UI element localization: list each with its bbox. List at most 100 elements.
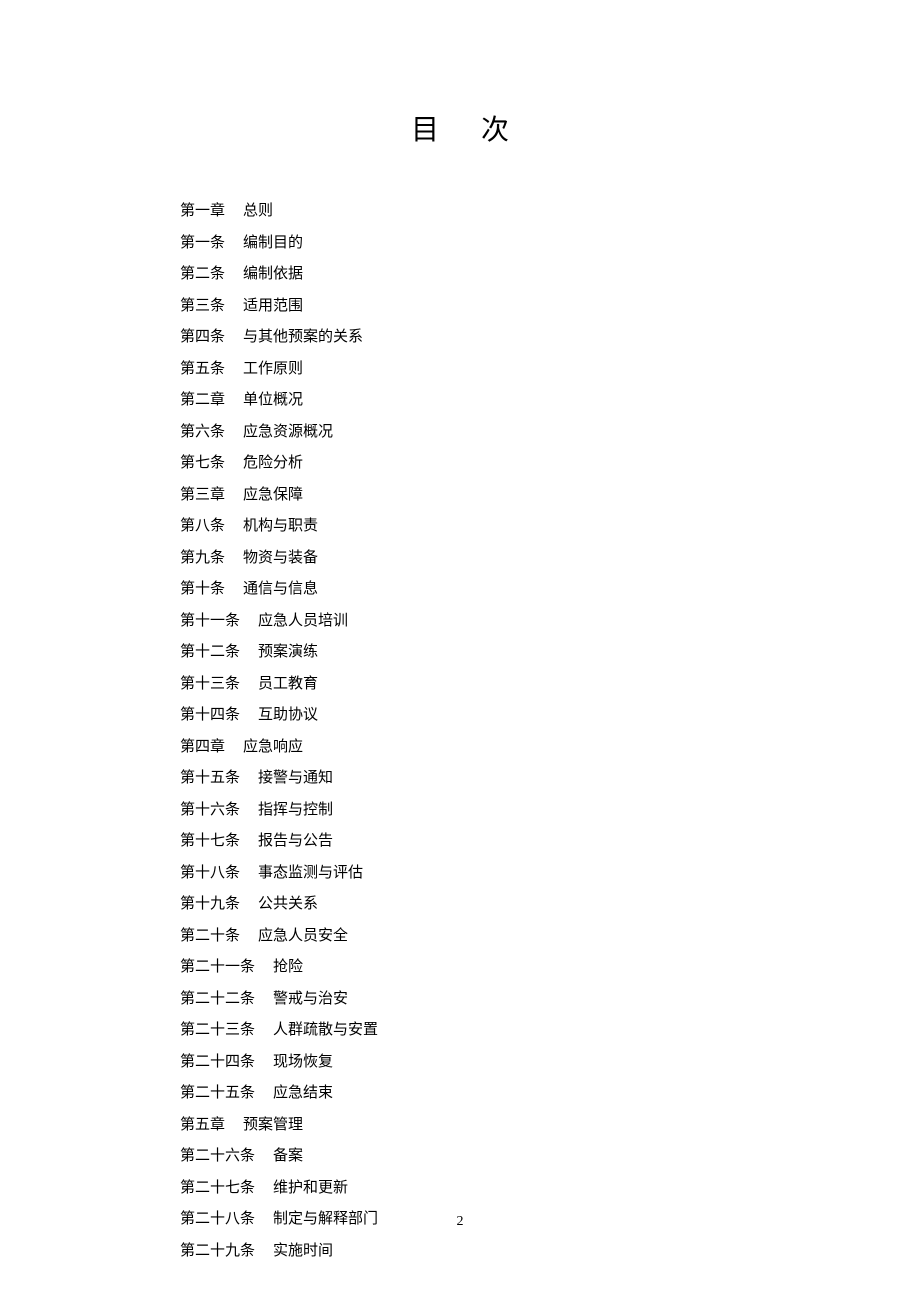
toc-item-text: 机构与职责	[243, 518, 318, 534]
toc-item-label: 第二十五条	[180, 1085, 255, 1101]
toc-item: 第二条 编制依据	[180, 259, 740, 291]
toc-item-text: 员工教育	[258, 676, 318, 692]
toc-item-label: 第二章	[180, 392, 225, 408]
toc-item-text: 人群疏散与安置	[273, 1022, 378, 1038]
toc-item: 第十四条 互助协议	[180, 700, 740, 732]
toc-item-text: 现场恢复	[273, 1054, 333, 1070]
toc-item-label: 第十五条	[180, 770, 240, 786]
toc-item-text: 警戒与治安	[273, 991, 348, 1007]
toc-item-text: 通信与信息	[243, 581, 318, 597]
toc-item-text: 接警与通知	[258, 770, 333, 786]
toc-item-label: 第二十四条	[180, 1054, 255, 1070]
toc-item: 第二十七条 维护和更新	[180, 1173, 740, 1205]
toc-item-label: 第一条	[180, 235, 225, 251]
toc-item-text: 编制依据	[243, 266, 303, 282]
toc-item-text: 适用范围	[243, 298, 303, 314]
toc-item-text: 互助协议	[258, 707, 318, 723]
toc-item-text: 工作原则	[243, 361, 303, 377]
toc-item: 第二十一条抢险	[180, 952, 740, 984]
toc-item-text: 备案	[273, 1148, 303, 1164]
toc-item-label: 第十四条	[180, 707, 240, 723]
toc-item-text: 应急保障	[243, 487, 303, 503]
toc-item: 第五章 预案管理	[180, 1110, 740, 1142]
toc-item-label: 第四章	[180, 739, 225, 755]
toc-item-text: 应急资源概况	[243, 424, 333, 440]
toc-item-label: 第十八条	[180, 865, 240, 881]
toc-item-label: 第二十三条	[180, 1022, 255, 1038]
toc-item: 第三章 应急保障	[180, 480, 740, 512]
toc-item-text: 应急人员培训	[258, 613, 348, 629]
toc-item-label: 第九条	[180, 550, 225, 566]
toc-item-label: 第七条	[180, 455, 225, 471]
toc-item-text: 报告与公告	[258, 833, 333, 849]
toc-item: 第八条 机构与职责	[180, 511, 740, 543]
toc-item-text: 与其他预案的关系	[243, 329, 363, 345]
toc-item: 第三条 适用范围	[180, 291, 740, 323]
toc-item: 第十一条 应急人员培训	[180, 606, 740, 638]
toc-item-text: 指挥与控制	[258, 802, 333, 818]
toc-item-label: 第二十条	[180, 928, 240, 944]
toc-item: 第一章 总则	[180, 196, 740, 228]
toc-item-text: 危险分析	[243, 455, 303, 471]
toc-item-label: 第四条	[180, 329, 225, 345]
toc-item: 第二十三条 人群疏散与安置	[180, 1015, 740, 1047]
toc-item-label: 第二十一条	[180, 959, 255, 975]
toc-item-label: 第八条	[180, 518, 225, 534]
toc-item-label: 第十七条	[180, 833, 240, 849]
toc-item-label: 第十六条	[180, 802, 240, 818]
toc-item-text: 总则	[243, 203, 273, 219]
toc-item: 第十五条 接警与通知	[180, 763, 740, 795]
toc-item: 第九条 物资与装备	[180, 543, 740, 575]
toc-item-label: 第五条	[180, 361, 225, 377]
toc-item: 第一条 编制目的	[180, 228, 740, 260]
toc-item-label: 第二条	[180, 266, 225, 282]
toc-item-text: 预案演练	[258, 644, 318, 660]
toc-item: 第十二条 预案演练	[180, 637, 740, 669]
toc-item-label: 第五章	[180, 1117, 225, 1133]
toc-item: 第二十六条 备案	[180, 1141, 740, 1173]
toc-item: 第十三条员工教育	[180, 669, 740, 701]
toc-item-text: 物资与装备	[243, 550, 318, 566]
toc-item: 第二十四条 现场恢复	[180, 1047, 740, 1079]
toc-item-label: 第一章	[180, 203, 225, 219]
toc-item: 第十八条 事态监测与评估	[180, 858, 740, 890]
toc-item-text: 预案管理	[243, 1117, 303, 1133]
toc-item-text: 公共关系	[258, 896, 318, 912]
toc-title: 目次	[180, 108, 740, 148]
toc-item: 第四条 与其他预案的关系	[180, 322, 740, 354]
toc-item-text: 应急人员安全	[258, 928, 348, 944]
toc-item: 第五条 工作原则	[180, 354, 740, 386]
toc-item-label: 第二十七条	[180, 1180, 255, 1196]
toc-item-label: 第六条	[180, 424, 225, 440]
toc-item-label: 第十一条	[180, 613, 240, 629]
toc-item: 第十七条 报告与公告	[180, 826, 740, 858]
toc-item-label: 第二十六条	[180, 1148, 255, 1164]
toc-item-text: 事态监测与评估	[258, 865, 363, 881]
toc-item-label: 第十九条	[180, 896, 240, 912]
toc-item-text: 维护和更新	[273, 1180, 348, 1196]
toc-item: 第二十九条 实施时间	[180, 1236, 740, 1268]
toc-item: 第十九条 公共关系	[180, 889, 740, 921]
toc-item-label: 第二十九条	[180, 1243, 255, 1259]
toc-item-label: 第三条	[180, 298, 225, 314]
toc-item-text: 应急结束	[273, 1085, 333, 1101]
toc-list: 第一章 总则第一条 编制目的第二条 编制依据第三条 适用范围第四条 与其他预案的关系第五条…	[180, 196, 740, 1267]
toc-item: 第二十五条 应急结束	[180, 1078, 740, 1110]
toc-item-label: 第三章	[180, 487, 225, 503]
document-page: 目次 第一章 总则第一条 编制目的第二条 编制依据第三条 适用范围第四条 与其他预案的关系…	[0, 0, 920, 1267]
toc-item-text: 实施时间	[273, 1243, 333, 1259]
toc-item-text: 应急响应	[243, 739, 303, 755]
toc-item-label: 第十二条	[180, 644, 240, 660]
toc-item: 第十条 通信与信息	[180, 574, 740, 606]
toc-item-text: 单位概况	[243, 392, 303, 408]
toc-item-label: 第十条	[180, 581, 225, 597]
toc-item: 第六条 应急资源概况	[180, 417, 740, 449]
toc-item: 第七条 危险分析	[180, 448, 740, 480]
toc-item: 第二十二条 警戒与治安	[180, 984, 740, 1016]
toc-item: 第二十条 应急人员安全	[180, 921, 740, 953]
toc-item-text: 编制目的	[243, 235, 303, 251]
page-number: 2	[0, 1214, 920, 1230]
toc-item-label: 第二十二条	[180, 991, 255, 1007]
toc-item: 第四章 应急响应	[180, 732, 740, 764]
toc-item: 第二章 单位概况	[180, 385, 740, 417]
